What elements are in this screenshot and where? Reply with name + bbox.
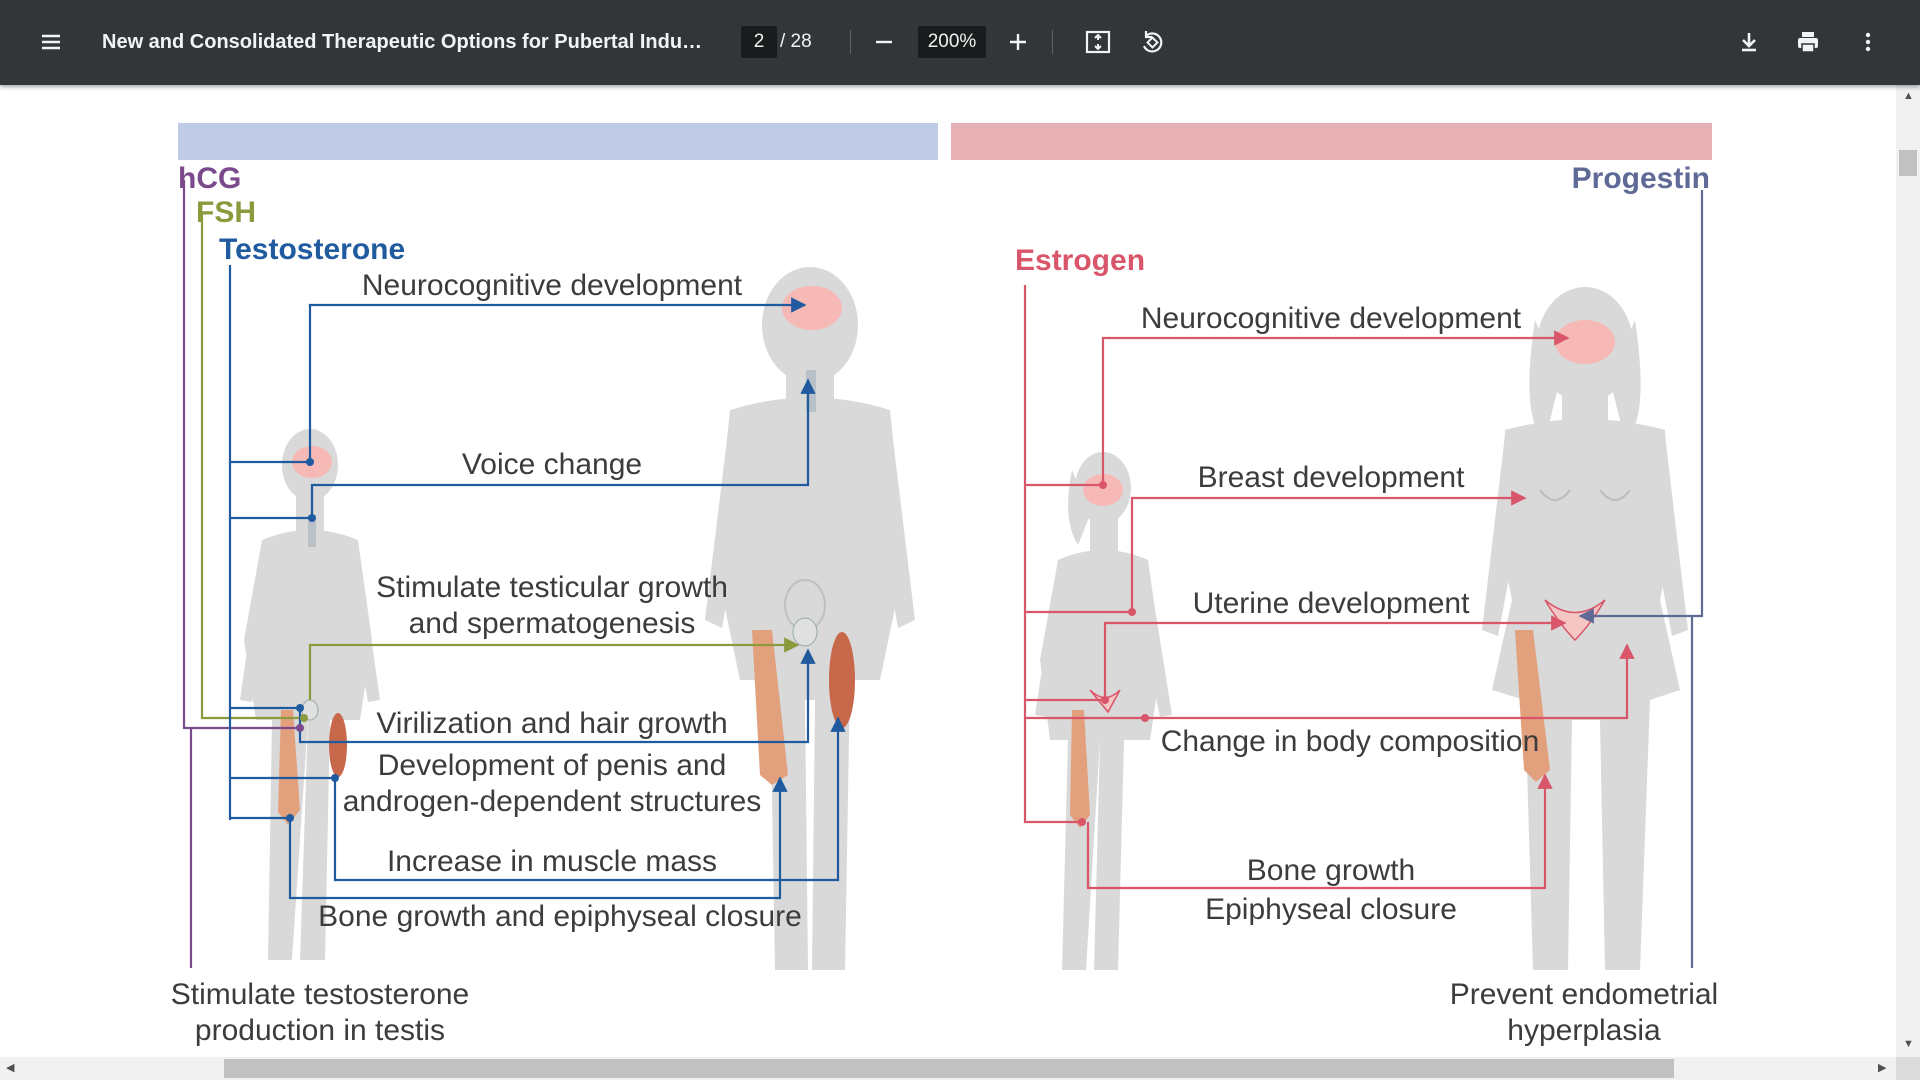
female-bone-label-1: Bone growth bbox=[1247, 854, 1415, 887]
man-brain bbox=[782, 286, 842, 330]
uterine-label: Uterine development bbox=[1193, 587, 1470, 620]
female-neuro-label: Neurocognitive development bbox=[1141, 302, 1522, 335]
progestin-label: Progestin bbox=[1572, 162, 1710, 195]
download-icon[interactable] bbox=[1727, 20, 1771, 64]
horizontal-scroll-thumb[interactable] bbox=[224, 1059, 1674, 1078]
hcg-label: hCG bbox=[178, 162, 241, 195]
puberty-hormone-figure: hCG FSH Testosterone Neurocognitive deve… bbox=[171, 123, 1718, 1047]
male-neuro-label: Neurocognitive development bbox=[362, 269, 743, 302]
progestin-effect-label-2: hyperplasia bbox=[1507, 1014, 1661, 1047]
toolbar-divider bbox=[850, 30, 851, 54]
scrollbar-corner bbox=[1896, 1057, 1920, 1080]
male-header-band bbox=[178, 123, 938, 160]
page-total: / 28 bbox=[780, 31, 812, 52]
man-muscle bbox=[829, 632, 855, 728]
vertical-scroll-thumb[interactable] bbox=[1899, 150, 1917, 176]
more-options-icon[interactable] bbox=[1846, 20, 1890, 64]
print-icon[interactable] bbox=[1786, 20, 1830, 64]
pdf-toolbar: New and Consolidated Therapeutic Options… bbox=[0, 0, 1920, 85]
document-viewer[interactable]: hCG FSH Testosterone Neurocognitive deve… bbox=[0, 85, 1896, 1057]
rotate-icon[interactable] bbox=[1130, 20, 1174, 64]
penis-label-1: Development of penis and bbox=[378, 749, 727, 782]
estrogen-label: Estrogen bbox=[1015, 244, 1145, 277]
page-number-input[interactable]: 2 bbox=[741, 26, 777, 58]
female-header-band bbox=[951, 123, 1712, 160]
toolbar-divider bbox=[1052, 30, 1053, 54]
document-title: New and Consolidated Therapeutic Options… bbox=[102, 31, 712, 53]
hcg-effect-label-2: production in testis bbox=[195, 1014, 445, 1047]
progestin-effect-label-1: Prevent endometrial bbox=[1450, 978, 1718, 1011]
man-testis bbox=[792, 617, 818, 647]
zoom-level-input[interactable]: 200% bbox=[918, 26, 986, 58]
female-bone-label-2: Epiphyseal closure bbox=[1205, 893, 1457, 926]
boy-muscle bbox=[329, 713, 347, 777]
muscle-label: Increase in muscle mass bbox=[387, 845, 717, 878]
scroll-down-arrow-icon[interactable]: ▼ bbox=[1903, 1038, 1914, 1050]
testicular-label-1: Stimulate testicular growth bbox=[376, 571, 728, 604]
breast-label: Breast development bbox=[1198, 461, 1465, 494]
scroll-up-arrow-icon[interactable]: ▲ bbox=[1903, 90, 1914, 102]
voice-change-label: Voice change bbox=[462, 448, 642, 481]
testosterone-label: Testosterone bbox=[219, 233, 405, 266]
male-bone-label: Bone growth and epiphyseal closure bbox=[318, 900, 802, 933]
woman-brain bbox=[1555, 320, 1615, 364]
girl-silhouette bbox=[1035, 452, 1172, 970]
body-composition-label: Change in body composition bbox=[1161, 725, 1540, 758]
scroll-right-arrow-icon[interactable]: ▶ bbox=[1878, 1062, 1886, 1074]
zoom-out-icon[interactable] bbox=[862, 20, 906, 64]
virilization-label: Virilization and hair growth bbox=[376, 707, 727, 740]
hcg-effect-label-1: Stimulate testosterone bbox=[171, 978, 470, 1011]
penis-label-2: androgen-dependent structures bbox=[343, 785, 762, 818]
fit-page-icon[interactable] bbox=[1076, 20, 1120, 64]
vertical-scrollbar[interactable] bbox=[1896, 85, 1920, 1057]
testicular-label-2: and spermatogenesis bbox=[409, 607, 696, 640]
zoom-in-icon[interactable] bbox=[996, 20, 1040, 64]
fsh-label: FSH bbox=[196, 196, 256, 229]
menu-icon[interactable] bbox=[29, 20, 73, 64]
scroll-left-arrow-icon[interactable]: ◀ bbox=[6, 1062, 14, 1074]
